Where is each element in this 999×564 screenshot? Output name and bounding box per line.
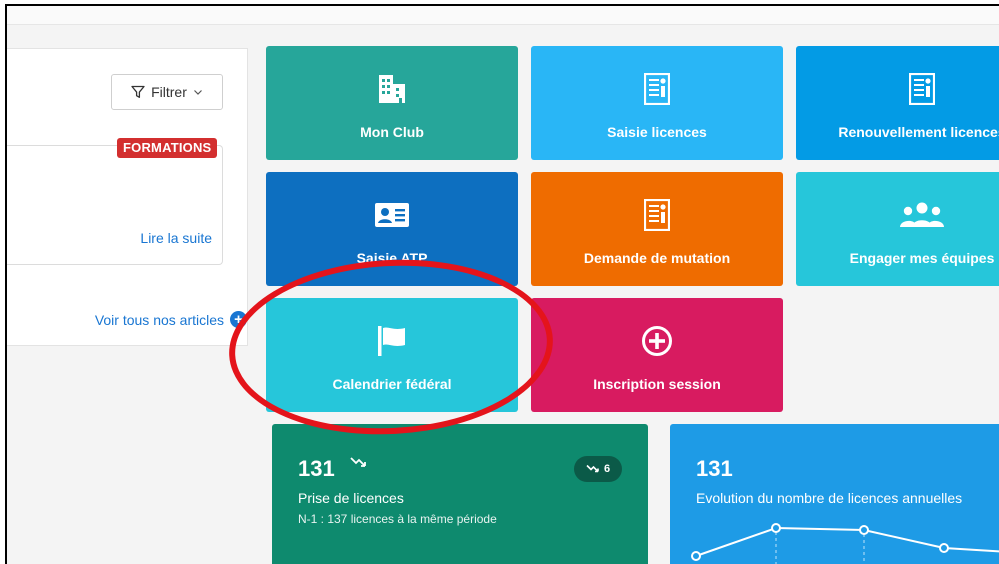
- see-all-articles-link[interactable]: Voir tous nos articles +: [95, 311, 247, 328]
- license-document-icon: [909, 73, 935, 105]
- tile-label: Demande de mutation: [583, 250, 731, 266]
- tile-label: Saisie licences: [607, 124, 707, 140]
- trend-delta: 6: [603, 463, 611, 475]
- plus-circle-icon: +: [230, 311, 247, 328]
- trend-badge: 6: [574, 456, 622, 482]
- license-document-icon: [644, 73, 670, 105]
- id-card-icon: [375, 203, 409, 227]
- plus-circle-icon: [642, 326, 672, 356]
- read-more-link[interactable]: Lire la suite: [140, 230, 212, 246]
- tile-saisie-licences[interactable]: Saisie licences: [531, 46, 783, 160]
- tile-label: Inscription session: [593, 376, 721, 392]
- stat-title: Evolution du nombre de licences annuelle…: [696, 490, 963, 506]
- tile-label: Engager mes équipes: [849, 250, 995, 266]
- screenshot-frame: Filtrer FORMATIONS Lire la suite Voir to…: [5, 4, 999, 564]
- tile-renouvellement-licences[interactable]: Renouvellement licences: [796, 46, 999, 160]
- licence-count: 131: [696, 456, 733, 481]
- tile-mon-club[interactable]: Mon Club: [266, 46, 518, 160]
- filter-label: Filtrer: [151, 84, 187, 100]
- sparkline-chart: [691, 523, 999, 564]
- article-card[interactable]: FORMATIONS Lire la suite: [7, 138, 223, 265]
- tile-label: Calendrier fédéral: [332, 376, 452, 392]
- news-panel: Filtrer FORMATIONS Lire la suite Voir to…: [7, 48, 248, 346]
- trend-down-icon: [350, 457, 366, 467]
- chevron-down-icon: [193, 90, 202, 95]
- top-bar: [7, 6, 999, 25]
- filter-button[interactable]: Filtrer: [111, 74, 223, 110]
- stat-card-evolution[interactable]: 131 Evolution du nombre de licences annu…: [670, 424, 999, 564]
- tile-saisie-atp[interactable]: Saisie ATP: [266, 172, 518, 286]
- stat-subtitle: N-1 : 137 licences à la même période: [298, 512, 497, 526]
- trend-down-icon: [586, 464, 599, 473]
- category-badge: FORMATIONS: [117, 138, 218, 158]
- licence-count: 131: [298, 456, 335, 481]
- stat-title: Prise de licences: [298, 490, 404, 506]
- group-icon: [900, 202, 944, 227]
- tile-demande-mutation[interactable]: Demande de mutation: [531, 172, 783, 286]
- see-all-label: Voir tous nos articles: [94, 311, 224, 328]
- tile-inscription-session[interactable]: Inscription session: [531, 298, 783, 412]
- tile-label: Renouvellement licences: [838, 124, 999, 140]
- tile-label: Saisie ATP: [356, 250, 428, 266]
- flag-icon: [378, 326, 405, 356]
- filter-icon: [131, 85, 145, 98]
- tile-engager-equipes[interactable]: Engager mes équipes: [796, 172, 999, 286]
- license-document-icon: [644, 199, 670, 231]
- tile-calendrier-federal[interactable]: Calendrier fédéral: [266, 298, 518, 412]
- stat-card-licences[interactable]: 131 6 Prise de licences N-1 : 137 licenc…: [272, 424, 648, 564]
- tile-label: Mon Club: [360, 124, 424, 140]
- building-icon: [379, 75, 405, 103]
